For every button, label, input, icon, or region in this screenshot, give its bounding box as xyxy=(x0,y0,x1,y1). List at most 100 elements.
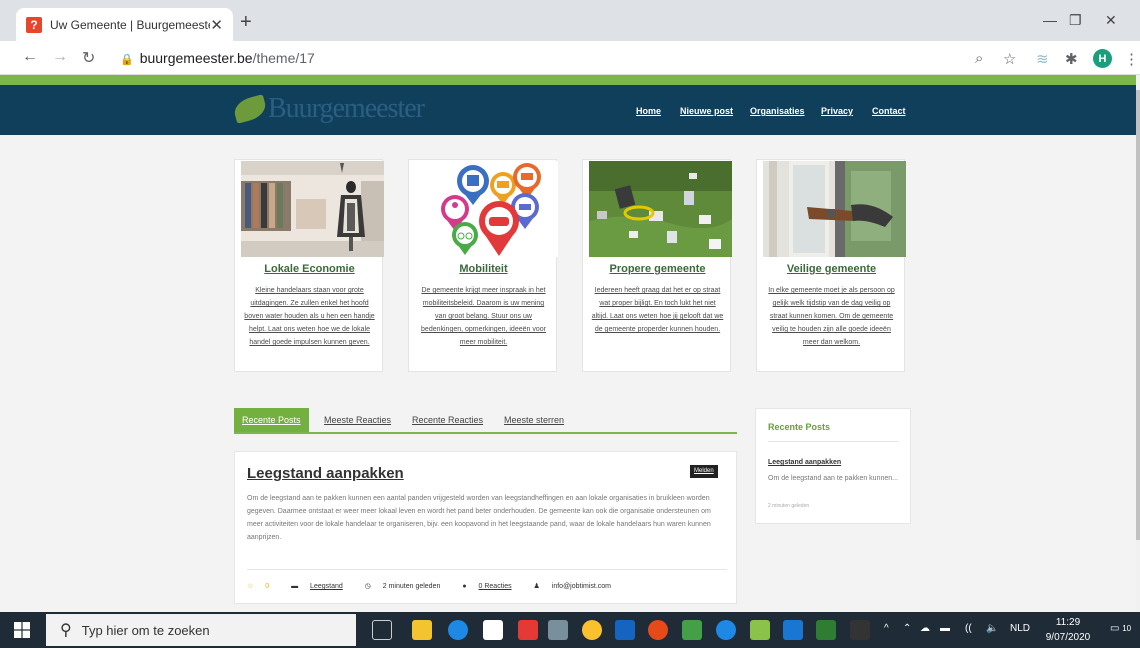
webpage: Buurgemeester Home Nieuwe post Organisat… xyxy=(0,75,1136,612)
card-title[interactable]: Propere gemeente xyxy=(583,263,732,275)
url-host: buurgemeester.be xyxy=(139,50,253,66)
task-view-icon[interactable] xyxy=(372,620,392,640)
post-category[interactable]: ▬ Leegstand xyxy=(291,583,353,590)
chrome-icon[interactable] xyxy=(582,620,602,640)
tab-meeste-reacties[interactable]: Meeste Reacties xyxy=(324,415,391,425)
bookmark-star-icon[interactable]: ☆ xyxy=(1003,50,1016,68)
post-reactions[interactable]: ● 0 Reacties xyxy=(462,583,521,590)
mobility-pins-image xyxy=(415,161,558,257)
extension-icon[interactable]: ≋ xyxy=(1036,50,1049,68)
card-title[interactable]: Mobiliteit xyxy=(409,263,558,275)
chevron-up-icon[interactable]: ⌃ xyxy=(903,623,911,634)
top-strip xyxy=(0,75,1136,85)
taskbar-clock[interactable]: 11:29 9/07/2020 xyxy=(1040,615,1096,645)
edge-icon[interactable] xyxy=(448,620,468,640)
post-title[interactable]: Leegstand aanpakken xyxy=(247,465,404,482)
language-indicator[interactable]: NLD xyxy=(1010,623,1030,634)
time-text: 2 minuten geleden xyxy=(382,583,441,590)
layers-app-icon[interactable] xyxy=(750,620,770,640)
url-field[interactable]: 🔒 buurgemeester.be/theme/17 xyxy=(120,50,315,66)
search-placeholder: Typ hier om te zoeken xyxy=(81,622,210,638)
category-link[interactable]: Leegstand xyxy=(310,583,343,590)
card-text[interactable]: Iedereen heeft graag dat het er op straa… xyxy=(591,284,724,336)
category-card-economie[interactable]: Lokale Economie Kleine handelaars staan … xyxy=(234,159,384,372)
word-icon[interactable] xyxy=(783,620,803,640)
file-explorer-icon[interactable] xyxy=(412,620,432,640)
clock-date: 9/07/2020 xyxy=(1045,632,1091,643)
browser-tab-bar: ? Uw Gemeente | Buurgemeester ✕ + — ❐ ✕ xyxy=(0,0,1140,41)
menu-dots-icon[interactable]: ⋮ xyxy=(1124,50,1139,68)
cloud-icon[interactable]: ☁ xyxy=(920,623,930,634)
store-icon[interactable] xyxy=(483,620,503,640)
nav-nieuwe-post[interactable]: Nieuwe post xyxy=(680,106,733,116)
restore-icon[interactable]: ❐ xyxy=(1069,12,1082,29)
minimize-icon[interactable]: — xyxy=(1043,12,1057,28)
clothing-store-image xyxy=(241,161,384,257)
tab-meeste-sterren[interactable]: Meeste sterren xyxy=(504,415,564,425)
tab-recente-reacties[interactable]: Recente Reacties xyxy=(412,415,483,425)
wifi-icon[interactable]: (( xyxy=(965,623,972,634)
post-author: ♟ info@jobtimist.com xyxy=(534,583,621,590)
post-time: ◷ 2 minuten geleden xyxy=(365,583,451,590)
notification-count: 10 xyxy=(1122,624,1132,633)
reload-icon[interactable]: ↻ xyxy=(82,48,95,68)
card-text[interactable]: Kleine handelaars staan voor grote uitda… xyxy=(243,284,376,349)
tab-title: Uw Gemeente | Buurgemeester xyxy=(50,17,211,32)
recent-posts-widget: Recente Posts Leegstand aanpakken Om de … xyxy=(755,408,911,524)
nav-privacy[interactable]: Privacy xyxy=(821,106,853,116)
nav-home[interactable]: Home xyxy=(636,106,661,116)
powerpoint-icon[interactable] xyxy=(648,620,668,640)
nav-contact[interactable]: Contact xyxy=(872,106,906,116)
widget-post-link[interactable]: Leegstand aanpakken xyxy=(768,459,841,466)
volume-icon[interactable]: 🔈 xyxy=(986,623,998,634)
notifications-icon[interactable]: ▭ 10 xyxy=(1110,623,1131,634)
show-hidden-icons[interactable]: ^ xyxy=(884,623,889,634)
user-icon: ♟ xyxy=(533,583,540,590)
site-logo[interactable]: Buurgemeester xyxy=(231,93,425,125)
card-text[interactable]: De gemeente krijgt meer inspraak in het … xyxy=(417,284,550,349)
widget-title: Recente Posts xyxy=(768,422,831,432)
profile-avatar[interactable]: H xyxy=(1093,49,1112,68)
browser-app-icon[interactable] xyxy=(716,620,736,640)
app-icon[interactable] xyxy=(850,620,870,640)
litter-on-grass-image xyxy=(589,161,732,257)
gift-app-icon[interactable] xyxy=(518,620,538,640)
tab-recente-posts[interactable]: Recente Posts xyxy=(234,408,309,432)
star-count: 0 xyxy=(265,583,270,590)
logo-text: Buurgemeester xyxy=(268,93,425,124)
author-text: info@jobtimist.com xyxy=(551,583,612,590)
close-tab-icon[interactable]: ✕ xyxy=(210,16,223,34)
folder-icon: ▬ xyxy=(291,583,299,590)
category-card-veilige-gemeente[interactable]: Veilige gemeente In elke gemeente moet j… xyxy=(756,159,906,372)
url-path: /theme/17 xyxy=(252,50,315,66)
report-button[interactable]: Melden xyxy=(690,465,718,478)
reactions-link[interactable]: 0 Reacties xyxy=(479,583,512,590)
excel-icon[interactable] xyxy=(816,620,836,640)
battery-icon[interactable]: ▬ xyxy=(940,623,950,634)
start-button[interactable] xyxy=(0,612,44,648)
post-stars[interactable]: ☆ 0 xyxy=(247,583,279,590)
forward-icon[interactable]: → xyxy=(52,48,68,66)
post-card: Leegstand aanpakken Melden Om de leegsta… xyxy=(234,451,737,604)
clock-icon: ◷ xyxy=(364,583,371,590)
zoom-icon[interactable]: ⌕ xyxy=(975,50,983,67)
new-tab-button[interactable]: + xyxy=(240,11,252,34)
scrollbar-thumb[interactable] xyxy=(1136,90,1140,540)
mail-icon[interactable] xyxy=(548,620,568,640)
outlook-icon[interactable] xyxy=(615,620,635,640)
card-title[interactable]: Veilige gemeente xyxy=(757,263,906,275)
door-break-in-image xyxy=(763,161,906,257)
browser-tab[interactable]: ? Uw Gemeente | Buurgemeester ✕ xyxy=(16,8,233,41)
extensions-puzzle-icon[interactable]: ✱ xyxy=(1065,50,1078,68)
category-card-propere-gemeente[interactable]: Propere gemeente Iedereen heeft graag da… xyxy=(582,159,732,372)
close-window-icon[interactable]: ✕ xyxy=(1105,12,1117,29)
card-text[interactable]: In elke gemeente moet je als persoon op … xyxy=(765,284,898,349)
nav-organisaties[interactable]: Organisaties xyxy=(750,106,805,116)
card-title[interactable]: Lokale Economie xyxy=(235,263,384,275)
widget-post-excerpt: Om de leegstand aan te pakken kunnen... xyxy=(768,475,898,482)
taskbar-search[interactable]: ⚲ Typ hier om te zoeken xyxy=(46,614,356,646)
back-icon[interactable]: ← xyxy=(22,48,38,66)
photos-icon[interactable] xyxy=(682,620,702,640)
category-card-mobiliteit[interactable]: Mobiliteit De gemeente krijgt meer inspr… xyxy=(408,159,558,372)
star-icon: ☆ xyxy=(247,583,254,590)
